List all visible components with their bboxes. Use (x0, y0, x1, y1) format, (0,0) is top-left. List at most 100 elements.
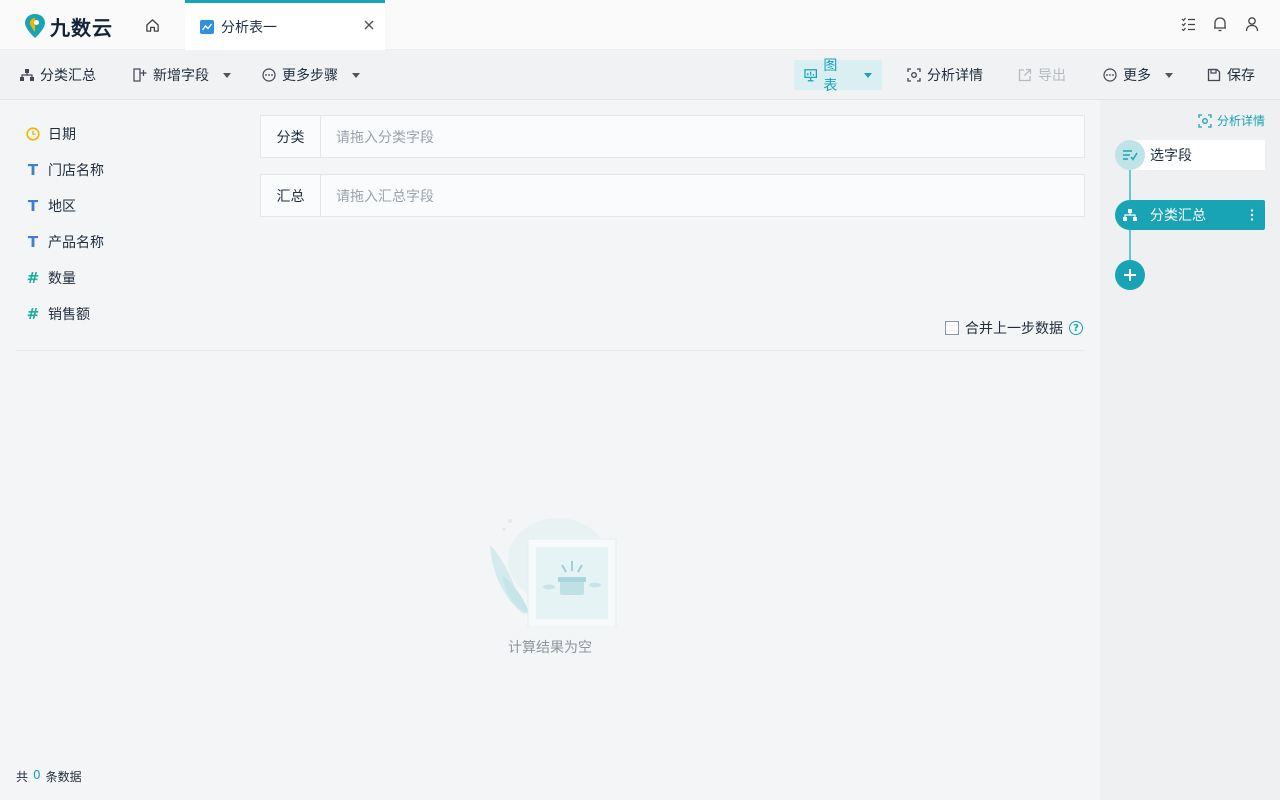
caret-down-icon (223, 72, 231, 78)
chart-tab-icon (200, 19, 214, 34)
analysis-detail-button[interactable]: 分析详情 (897, 60, 993, 90)
field-item[interactable]: T 产品名称 (16, 224, 236, 260)
chart-board-icon (804, 69, 817, 82)
user-account-button[interactable] (1244, 15, 1260, 33)
add-column-icon (133, 68, 147, 82)
step-flow-panel: 分析详情 选字段 分类汇总 (1100, 100, 1280, 800)
merge-previous-option: 合并上一步数据 ? (945, 318, 1083, 338)
text-type-icon: T (27, 161, 39, 179)
record-count-prefix: 共 (16, 770, 29, 784)
summary-placeholder: 请拖入汇总字段 (336, 188, 434, 205)
logo-icon (25, 14, 45, 38)
checklist-icon (1181, 17, 1195, 31)
hierarchy-icon (1123, 209, 1137, 221)
caret-down-icon (1165, 72, 1173, 78)
step-group-summary[interactable]: 分类汇总 (1115, 200, 1265, 230)
step-select-fields[interactable]: 选字段 (1115, 140, 1265, 170)
chart-label: 图表 (823, 58, 838, 94)
focus-scan-icon (1198, 113, 1212, 128)
bell-icon (1214, 17, 1226, 32)
empty-box-illustration (490, 518, 617, 628)
toolbar: 分类汇总 新增字段 更多步骤 图表 分析详情 导出 更多 保存 (0, 50, 1280, 100)
step-more-button[interactable] (1247, 207, 1257, 223)
step-label: 选字段 (1150, 148, 1192, 164)
help-icon[interactable]: ? (1069, 321, 1083, 335)
group-field-dropzone[interactable]: 分类 请拖入分类字段 (260, 115, 1085, 158)
step-icon (1115, 200, 1145, 230)
more-dropdown[interactable]: 更多 (1093, 60, 1183, 90)
field-item[interactable]: 日期 (16, 116, 236, 152)
field-label: 地区 (48, 199, 76, 215)
merge-label: 合并上一步数据 (965, 321, 1063, 337)
step-select-fields-body: 选字段 (1130, 140, 1265, 170)
tab-analysis-table[interactable]: 分析表一 (185, 0, 385, 50)
export-label: 导出 (1038, 68, 1066, 84)
analysis-detail-link[interactable]: 分析详情 (1198, 112, 1265, 129)
top-bar: 九数云 分析表一 (0, 0, 1280, 50)
record-count-suffix: 条数据 (45, 770, 82, 784)
chart-dropdown[interactable]: 图表 (794, 58, 882, 94)
step-label: 分类汇总 (1150, 208, 1206, 224)
task-list-button[interactable] (1180, 15, 1196, 33)
more-steps-dropdown[interactable]: 更多步骤 (252, 60, 370, 90)
group-summary-label: 分类汇总 (40, 68, 96, 84)
add-field-label: 新增字段 (153, 68, 209, 84)
more-circle-icon (262, 68, 276, 82)
group-placeholder: 请拖入分类字段 (336, 129, 434, 146)
export-button[interactable]: 导出 (1008, 60, 1076, 90)
vertical-dots-icon (1250, 209, 1254, 221)
more-label: 更多 (1123, 68, 1151, 84)
group-summary-button[interactable]: 分类汇总 (10, 60, 106, 90)
close-tab-button[interactable] (361, 17, 377, 33)
save-icon (1207, 68, 1221, 82)
field-item[interactable]: # 数量 (16, 260, 236, 296)
analysis-detail-link-label: 分析详情 (1216, 114, 1265, 128)
save-label: 保存 (1227, 68, 1255, 84)
add-step-button[interactable] (1115, 260, 1145, 290)
logo-text: 九数云 (50, 15, 113, 40)
field-label: 销售额 (48, 307, 90, 323)
empty-state-text: 计算结果为空 (508, 640, 592, 656)
clock-icon (26, 127, 40, 141)
field-item[interactable]: T 地区 (16, 188, 236, 224)
analysis-detail-label: 分析详情 (927, 68, 983, 84)
text-type-icon: T (27, 197, 39, 215)
focus-scan-icon (907, 68, 921, 82)
caret-down-icon (864, 72, 872, 78)
more-steps-label: 更多步骤 (282, 68, 338, 84)
home-icon (145, 18, 159, 32)
field-list: 日期 T 门店名称 T 地区 T 产品名称 # 数量 # 销售额 (16, 116, 236, 332)
merge-checkbox[interactable] (945, 321, 959, 335)
notifications-button[interactable] (1212, 15, 1228, 33)
number-type-icon: # (26, 269, 40, 287)
tab-title: 分析表一 (221, 19, 277, 36)
select-fields-icon (1123, 150, 1138, 161)
field-item[interactable]: T 门店名称 (16, 152, 236, 188)
step-icon-circle (1115, 140, 1145, 170)
top-right-actions (1180, 15, 1260, 33)
field-item[interactable]: # 销售额 (16, 296, 236, 332)
export-icon (1018, 68, 1032, 82)
flow-connector (1129, 230, 1131, 260)
close-icon (364, 20, 374, 30)
field-label: 日期 (48, 127, 76, 143)
more-circle-icon (1103, 68, 1117, 82)
add-field-dropdown[interactable]: 新增字段 (123, 60, 241, 90)
hierarchy-icon (20, 69, 34, 81)
number-type-icon: # (26, 305, 40, 323)
group-label: 分类 (261, 116, 321, 157)
field-label: 产品名称 (48, 235, 104, 251)
app-logo[interactable]: 九数云 (24, 12, 113, 40)
user-icon (1245, 17, 1259, 32)
divider (16, 350, 1085, 351)
home-button[interactable] (140, 14, 164, 36)
summary-field-dropzone[interactable]: 汇总 请拖入汇总字段 (260, 174, 1085, 217)
field-label: 数量 (48, 271, 76, 287)
record-count-value: 0 (33, 768, 41, 782)
field-label: 门店名称 (48, 163, 104, 179)
plus-icon (1124, 269, 1136, 281)
empty-state: 计算结果为空 (480, 515, 620, 657)
save-button[interactable]: 保存 (1197, 60, 1265, 90)
summary-label: 汇总 (261, 175, 321, 216)
caret-down-icon (352, 72, 360, 78)
